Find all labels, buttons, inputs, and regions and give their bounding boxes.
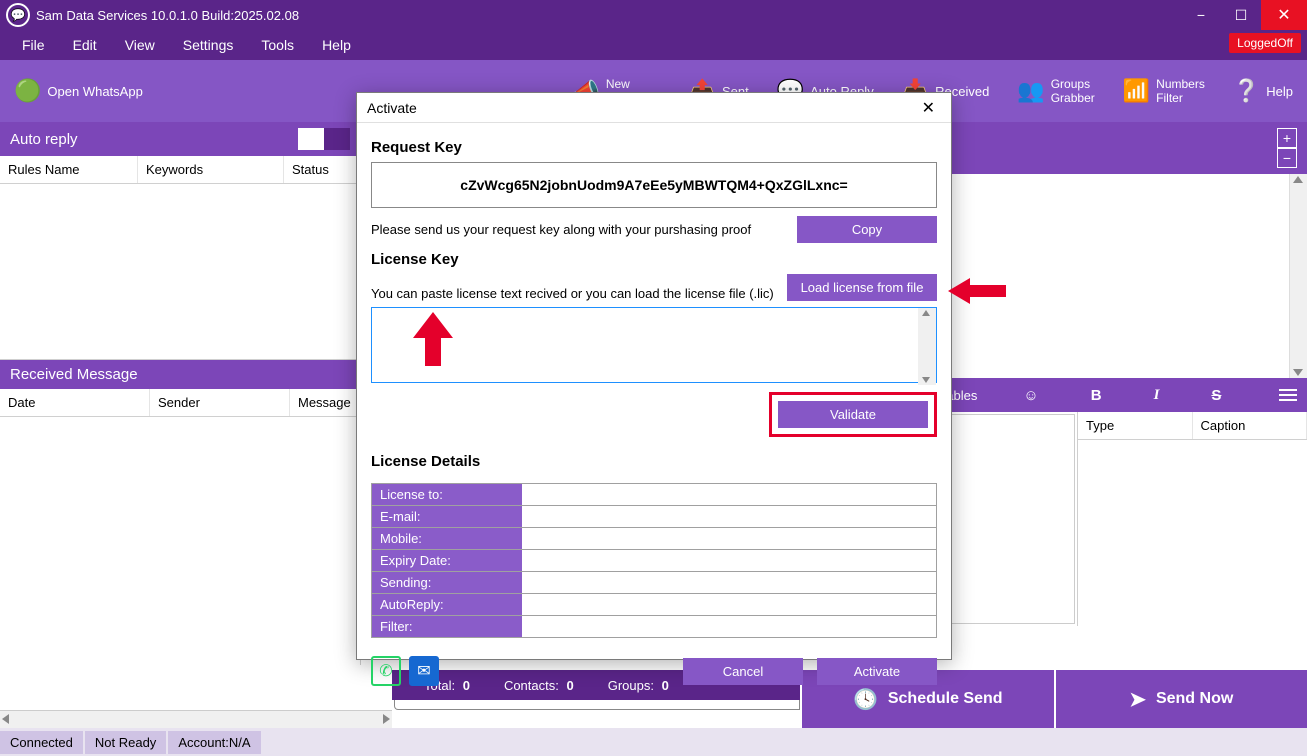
request-key-help: Please send us your request key along wi… <box>371 222 785 237</box>
license-key-label: License Key <box>371 251 937 268</box>
val-sending <box>522 572 936 593</box>
menu-tools[interactable]: Tools <box>247 33 308 57</box>
received-title: Received Message <box>10 366 138 383</box>
activate-button[interactable]: Activate <box>817 658 937 685</box>
row-email: E-mail: <box>372 506 522 527</box>
activate-dialog: Activate ✕ Request Key cZvWcg65N2jobnUod… <box>356 92 952 660</box>
status-account: Account:N/A <box>168 731 260 754</box>
title-bar: 💬 Sam Data Services 10.0.1.0 Build:2025.… <box>0 0 1307 30</box>
menu-view[interactable]: View <box>111 33 169 57</box>
col-caption[interactable]: Caption <box>1193 412 1307 439</box>
strike-button[interactable]: S <box>1205 387 1227 404</box>
dialog-close-button[interactable]: ✕ <box>916 96 941 120</box>
attach-pane: Type Caption <box>1077 412 1307 626</box>
val-expiry <box>522 550 936 571</box>
row-license-to: License to: <box>372 484 522 505</box>
email-contact-icon[interactable]: ✉ <box>409 656 439 686</box>
validate-highlight: Validate <box>769 392 937 437</box>
minimize-button[interactable]: − <box>1181 0 1221 30</box>
request-key-field[interactable]: cZvWcg65N2jobnUodm9A7eEe5yMBWTQM4+QxZGlL… <box>371 162 937 208</box>
col-status[interactable]: Status <box>284 156 360 183</box>
validate-button[interactable]: Validate <box>778 401 928 428</box>
maximize-button[interactable]: ☐ <box>1221 0 1261 30</box>
whatsapp-icon: 🟢 <box>14 78 41 104</box>
col-message[interactable]: Message <box>290 389 360 416</box>
login-status-badge: LoggedOff <box>1229 33 1301 53</box>
menu-settings[interactable]: Settings <box>169 33 248 57</box>
received-list[interactable] <box>0 417 360 665</box>
italic-button[interactable]: I <box>1148 387 1166 404</box>
rules-list[interactable] <box>0 184 360 360</box>
status-ready: Not Ready <box>85 731 166 754</box>
license-scrollbar[interactable] <box>918 308 936 385</box>
close-button[interactable]: ✕ <box>1261 0 1307 30</box>
whatsapp-contact-icon[interactable]: ✆ <box>371 656 401 686</box>
menu-edit[interactable]: Edit <box>59 33 111 57</box>
copy-button[interactable]: Copy <box>797 216 937 243</box>
menu-file[interactable]: File <box>8 33 59 57</box>
window-title: Sam Data Services 10.0.1.0 Build:2025.02… <box>36 8 1181 23</box>
row-expiry: Expiry Date: <box>372 550 522 571</box>
status-connected: Connected <box>0 731 83 754</box>
received-columns: Date Sender Message <box>0 389 360 417</box>
send-icon: ➤ <box>1129 687 1146 712</box>
row-sending: Sending: <box>372 572 522 593</box>
app-icon: 💬 <box>6 3 30 27</box>
col-date[interactable]: Date <box>0 389 150 416</box>
row-mobile: Mobile: <box>372 528 522 549</box>
auto-reply-header: Auto reply <box>0 122 360 156</box>
menu-help[interactable]: Help <box>308 33 365 57</box>
load-license-button[interactable]: Load license from file <box>787 274 937 301</box>
col-keywords[interactable]: Keywords <box>138 156 284 183</box>
menu-bar: File Edit View Settings Tools Help Logge… <box>0 30 1307 60</box>
menu-icon[interactable] <box>1279 386 1297 404</box>
help-button[interactable]: ❔Help <box>1219 60 1307 122</box>
remove-button[interactable]: − <box>1277 148 1297 168</box>
col-type[interactable]: Type <box>1078 412 1193 439</box>
license-details-label: License Details <box>371 453 937 470</box>
val-autoreply <box>522 594 936 615</box>
col-rules-name[interactable]: Rules Name <box>0 156 138 183</box>
emoji-icon[interactable]: ☺ <box>1017 387 1044 404</box>
received-header: Received Message <box>0 360 360 389</box>
row-filter: Filter: <box>372 616 522 637</box>
val-filter <box>522 616 936 637</box>
open-whatsapp-button[interactable]: 🟢 Open WhatsApp <box>0 60 157 122</box>
left-pane: Auto reply Rules Name Keywords Status Re… <box>0 122 361 665</box>
send-now-button[interactable]: ➤Send Now <box>1054 670 1307 728</box>
license-textarea[interactable] <box>371 307 937 383</box>
val-license-to <box>522 484 936 505</box>
groups-icon: 👥 <box>1017 78 1044 104</box>
help-icon: ❔ <box>1233 78 1260 104</box>
numbers-filter-button[interactable]: 📶NumbersFilter <box>1109 60 1219 122</box>
request-key-label: Request Key <box>371 139 937 156</box>
dialog-title: Activate <box>367 100 417 116</box>
left-hscrollbar[interactable] <box>0 710 392 728</box>
bold-button[interactable]: B <box>1085 387 1108 404</box>
reply-scrollbar[interactable] <box>1289 174 1307 378</box>
license-details-grid: License to: E-mail: Mobile: Expiry Date:… <box>371 483 937 638</box>
groups-grabber-button[interactable]: 👥GroupsGrabber <box>1003 60 1108 122</box>
open-whatsapp-label: Open WhatsApp <box>47 84 142 99</box>
row-autoreply: AutoReply: <box>372 594 522 615</box>
license-key-help: You can paste license text recived or yo… <box>371 286 777 301</box>
add-button[interactable]: + <box>1277 128 1297 148</box>
cancel-button[interactable]: Cancel <box>683 658 803 685</box>
filter-icon: 📶 <box>1123 78 1150 104</box>
val-email <box>522 506 936 527</box>
col-sender[interactable]: Sender <box>150 389 290 416</box>
status-bar: Connected Not Ready Account:N/A <box>0 728 1307 756</box>
auto-reply-title: Auto reply <box>10 131 78 148</box>
auto-reply-toggle[interactable] <box>298 128 350 150</box>
val-mobile <box>522 528 936 549</box>
rules-columns: Rules Name Keywords Status <box>0 156 360 184</box>
